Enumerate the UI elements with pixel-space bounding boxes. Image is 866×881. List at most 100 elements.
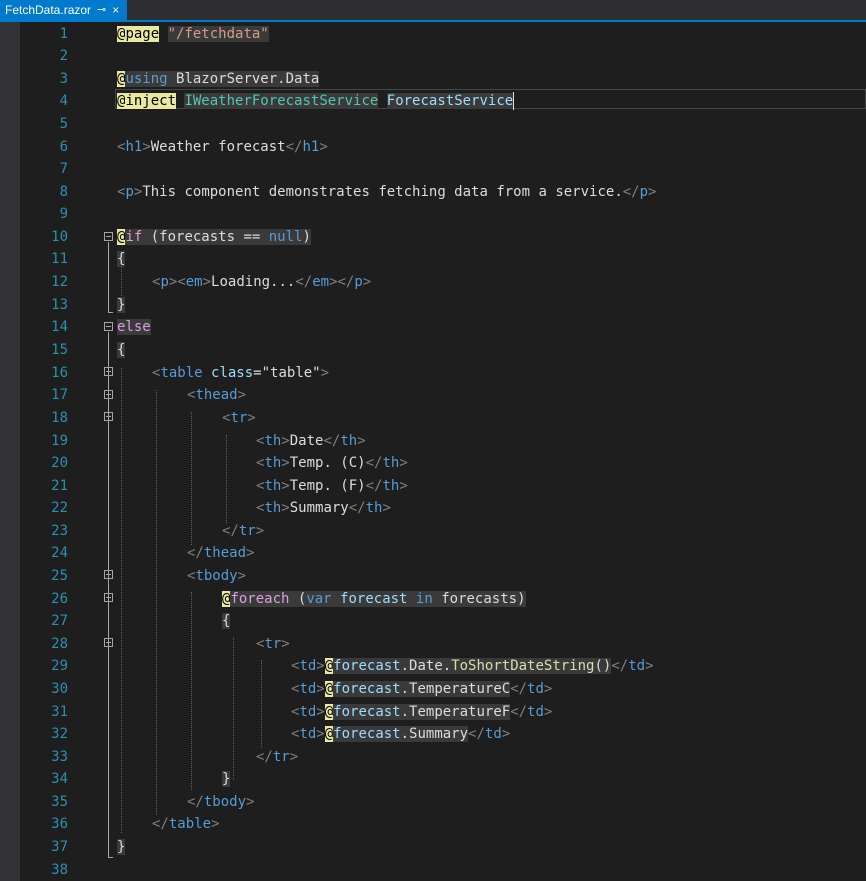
indent-guide xyxy=(233,637,234,780)
indent-guide xyxy=(191,412,192,545)
line-number: 11 xyxy=(51,251,68,267)
code-line-37[interactable]: } xyxy=(117,836,126,858)
paren: ) xyxy=(517,591,526,607)
if-keyword: if xyxy=(125,229,143,245)
code-line-12[interactable]: <p><em>Loading...</em></p> xyxy=(152,271,371,293)
object-name: forecast xyxy=(333,681,401,697)
code-line-14[interactable]: else xyxy=(117,316,151,338)
line-number: 1 xyxy=(59,26,68,42)
tag-bracket: </ xyxy=(510,704,528,720)
collection-name: forecasts xyxy=(441,591,518,607)
code-line-18[interactable]: <tr> xyxy=(222,407,256,429)
code-line-34[interactable]: } xyxy=(222,768,231,790)
member-access: .Date. xyxy=(400,658,452,674)
code-line-17[interactable]: <thead> xyxy=(187,384,246,406)
code-line-25[interactable]: <tbody> xyxy=(187,565,246,587)
razor-directive: page xyxy=(125,26,160,42)
tag-bracket: > xyxy=(211,816,220,832)
inject-keyword: inject xyxy=(125,93,177,109)
text-caret xyxy=(513,92,515,110)
code-line-16[interactable]: <table class="table"> xyxy=(152,362,329,384)
code-line-13[interactable]: } xyxy=(117,294,126,316)
tag-name: em xyxy=(312,274,330,290)
code-line-32[interactable]: <td>@forecast.Summary</td> xyxy=(291,723,510,745)
else-keyword: else xyxy=(117,319,151,335)
tag-bracket: </ xyxy=(348,500,366,516)
text-content: This component demonstrates fetching dat… xyxy=(142,184,623,200)
method-name: ToShortDateString xyxy=(451,658,595,674)
code-line-33[interactable]: </tr> xyxy=(256,746,298,768)
code-line-4[interactable]: @inject IWeatherForecastService Forecast… xyxy=(117,90,515,112)
tag-bracket: </ xyxy=(622,184,640,200)
code-line-27[interactable]: { xyxy=(222,610,231,632)
code-line-35[interactable]: </tbody> xyxy=(187,791,254,813)
tag-bracket: > xyxy=(319,139,328,155)
tag-name: th xyxy=(264,478,282,494)
razor-at: @ xyxy=(324,681,334,697)
code-line-19[interactable]: <th>Date</th> xyxy=(256,430,366,452)
code-line-3[interactable]: @using BlazorServer.Data xyxy=(117,68,320,90)
tag-name: td xyxy=(299,704,317,720)
line-number: 12 xyxy=(51,274,68,290)
tag-name: td xyxy=(527,704,544,720)
tag-name: p xyxy=(160,274,169,290)
code-line-22[interactable]: <th>Summary</th> xyxy=(256,497,391,519)
tag-bracket: > xyxy=(316,658,325,674)
fold-collapse-icon[interactable] xyxy=(104,322,113,331)
tag-name: p xyxy=(125,184,134,200)
pin-icon[interactable]: ⊸ xyxy=(97,0,106,20)
code-line-21[interactable]: <th>Temp. (F)</th> xyxy=(256,475,408,497)
equals: = xyxy=(253,365,262,381)
tag-name: td xyxy=(299,681,317,697)
string-literal: "/fetchdata" xyxy=(167,26,269,42)
line-number: 7 xyxy=(59,161,68,177)
close-icon[interactable]: × xyxy=(112,0,119,20)
header-text: Date xyxy=(289,433,324,449)
indent-guide xyxy=(191,592,192,790)
line-number: 6 xyxy=(59,139,68,155)
line-number: 4 xyxy=(59,93,68,109)
indent-guide xyxy=(156,390,157,815)
code-line-30[interactable]: <td>@forecast.TemperatureC</td> xyxy=(291,678,552,700)
fold-region-end xyxy=(108,857,113,858)
line-number: 18 xyxy=(51,410,68,426)
code-line-6[interactable]: <h1>Weather forecast</h1> xyxy=(117,136,328,158)
tag-name: th xyxy=(382,478,400,494)
in-keyword: in xyxy=(415,591,433,607)
code-line-1[interactable]: @page "/fetchdata" xyxy=(117,23,269,45)
tag-name: th xyxy=(365,500,383,516)
tag-bracket: > xyxy=(281,500,290,516)
brace: } xyxy=(222,771,231,787)
code-line-28[interactable]: <tr> xyxy=(256,633,290,655)
code-line-8[interactable]: <p>This component demonstrates fetching … xyxy=(117,181,656,203)
line-number: 35 xyxy=(51,794,68,810)
code-line-10[interactable]: @if (forecasts == null) xyxy=(117,226,311,248)
operator: == xyxy=(243,229,261,245)
whitespace xyxy=(331,591,341,607)
code-line-15[interactable]: { xyxy=(117,339,126,361)
tag-bracket: > xyxy=(362,274,372,290)
tag-bracket: > xyxy=(281,636,290,652)
code-line-36[interactable]: </table> xyxy=(152,813,219,835)
code-line-24[interactable]: </thead> xyxy=(187,542,254,564)
code-line-26[interactable]: @foreach (var forecast in forecasts) xyxy=(222,588,526,610)
tag-bracket: > xyxy=(543,704,553,720)
fold-collapse-icon[interactable] xyxy=(104,232,113,241)
tag-bracket: > xyxy=(648,184,657,200)
tab-fetchdata-razor[interactable]: FetchData.razor ⊸ × xyxy=(0,0,128,20)
code-line-11[interactable]: { xyxy=(117,248,126,270)
line-number: 9 xyxy=(59,206,68,222)
line-number: 26 xyxy=(51,591,68,607)
line-number: 19 xyxy=(51,433,68,449)
tag-name: em xyxy=(185,274,203,290)
tag-name: td xyxy=(527,681,544,697)
code-line-20[interactable]: <th>Temp. (C)</th> xyxy=(256,452,408,474)
code-line-31[interactable]: <td>@forecast.TemperatureF</td> xyxy=(291,701,552,723)
paren: ( xyxy=(289,591,307,607)
whitespace xyxy=(407,591,416,607)
code-line-23[interactable]: </tr> xyxy=(222,520,264,542)
tag-bracket: > xyxy=(399,455,408,471)
tag-name: h1 xyxy=(302,139,320,155)
tag-name: td xyxy=(299,658,317,674)
code-line-29[interactable]: <td>@forecast.Date.ToShortDateString()</… xyxy=(291,655,654,677)
